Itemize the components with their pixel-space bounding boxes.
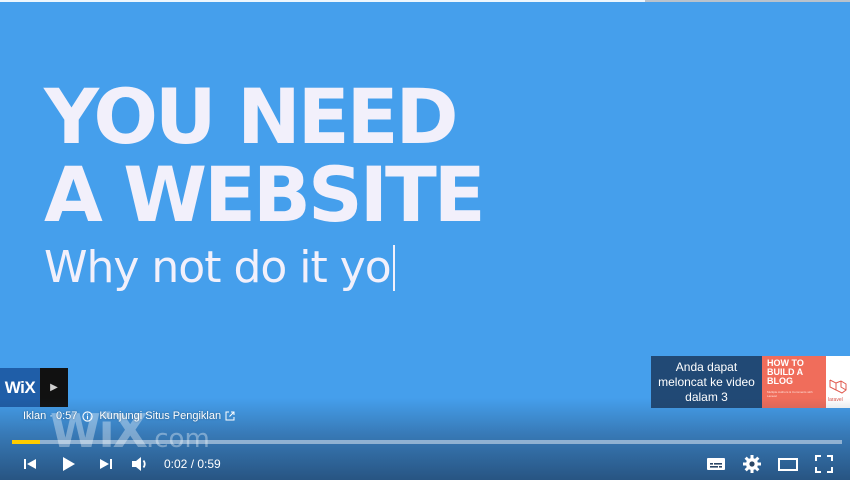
play-icon (63, 457, 75, 471)
gear-icon (743, 455, 761, 473)
headline-line-2: A WEBSITE (44, 150, 486, 239)
progress-bar[interactable] (12, 440, 842, 444)
fullscreen-button[interactable] (812, 452, 836, 476)
visit-advertiser-link[interactable]: Kunjungi Situs Pengiklan (99, 410, 221, 422)
volume-icon (132, 457, 146, 471)
fullscreen-icon (815, 455, 833, 473)
video-player[interactable]: YOU NEED A WEBSITE Why not do it yo WiX … (0, 0, 850, 480)
theater-mode-button[interactable] (776, 452, 800, 476)
thumbnail-subtitle: Multiple Authors & Comments with Laravel (767, 390, 813, 398)
current-time: 0:02 (164, 457, 188, 471)
time-separator: / (187, 457, 198, 471)
control-bar: 0:02 / 0:59 (0, 448, 850, 480)
typing-caret (392, 245, 395, 291)
time-display: 0:02 / 0:59 (164, 456, 221, 472)
external-link-icon[interactable] (225, 411, 235, 421)
skip-previous-icon (24, 459, 36, 469)
headline-line-1: YOU NEED (44, 72, 459, 161)
duration: 0:59 (197, 457, 221, 471)
subtitles-button[interactable] (704, 452, 728, 476)
subline-text: Why not do it yo (44, 242, 392, 293)
top-border-segment (645, 0, 850, 2)
video-subline: Why not do it yo (44, 240, 395, 296)
thumbnail-title: HOW TO BUILD A BLOG (767, 358, 804, 386)
skip-next-button[interactable] (94, 452, 118, 476)
skip-previous-button[interactable] (18, 452, 42, 476)
ad-label: Iklan · 0:57 (23, 410, 78, 422)
video-headline: YOU NEED A WEBSITE (44, 72, 486, 239)
skip-next-icon (100, 459, 112, 469)
progress-fill (12, 440, 41, 444)
info-icon[interactable] (82, 410, 94, 422)
subtitles-icon (707, 458, 725, 470)
play-button[interactable] (56, 452, 80, 476)
settings-button[interactable] (740, 452, 764, 476)
volume-button[interactable] (128, 452, 152, 476)
ad-info-bar: Iklan · 0:57 Kunjungi Situs Pengiklan (23, 410, 235, 422)
laravel-logo-icon (829, 379, 847, 394)
theater-mode-icon (778, 458, 798, 471)
